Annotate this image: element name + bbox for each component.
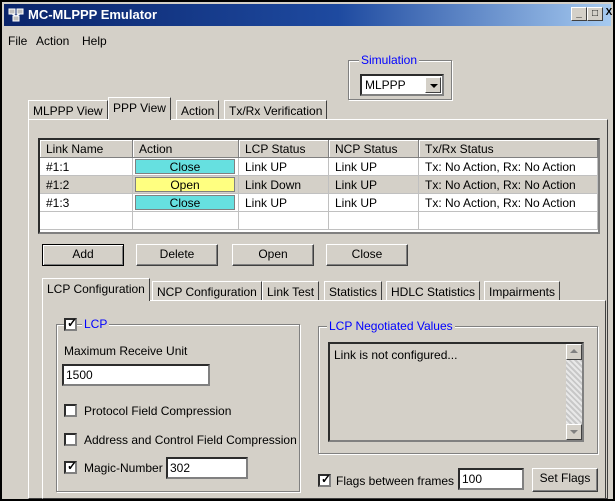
window-title: MC-MLPPP Emulator <box>28 7 158 22</box>
col-ncp-status[interactable]: NCP Status <box>329 140 419 158</box>
empty-cell <box>239 212 329 230</box>
menu-action[interactable]: Action <box>36 34 69 48</box>
link-name-cell: #1:3 <box>40 194 133 212</box>
magic-number-input[interactable]: 302 <box>166 457 248 479</box>
acfc-checkbox[interactable] <box>64 433 77 446</box>
col-txrx-status[interactable]: Tx/Rx Status <box>419 140 598 158</box>
menu-file[interactable]: File <box>8 34 27 48</box>
table-row[interactable]: #1:3 Close Link UP Link UP Tx: No Action… <box>40 194 598 212</box>
maximize-button[interactable]: □ <box>587 7 603 21</box>
add-button[interactable]: Add <box>42 244 124 266</box>
check-icon: ✓ <box>67 459 78 473</box>
action-open-button[interactable]: Open <box>135 177 235 192</box>
col-action[interactable]: Action <box>133 140 239 158</box>
tab-mlppp-view[interactable]: MLPPP View <box>28 100 108 120</box>
empty-cell <box>329 212 419 230</box>
app-network-icon <box>8 8 24 22</box>
table-header: Link Name Action LCP Status NCP Status T… <box>40 140 598 158</box>
flags-input[interactable]: 100 <box>458 468 524 490</box>
tab-hdlc-statistics[interactable]: HDLC Statistics <box>386 281 481 301</box>
pfc-label: Protocol Field Compression <box>84 404 232 418</box>
check-icon: ✓ <box>321 472 332 486</box>
lcp-checkbox[interactable]: ✓ <box>64 316 78 331</box>
action-cell: Open <box>133 176 239 194</box>
ncp-status-cell: Link UP <box>329 194 419 212</box>
check-icon: ✓ <box>67 316 78 330</box>
negotiated-values-label: LCP Negotiated Values <box>327 319 455 333</box>
action-close-button[interactable]: Close <box>135 195 235 210</box>
tab-txrx-verification[interactable]: Tx/Rx Verification <box>224 100 328 120</box>
negotiated-values-text[interactable]: Link is not configured... <box>328 342 584 442</box>
empty-cell <box>40 212 133 230</box>
magic-number-checkbox[interactable]: ✓ <box>64 459 78 474</box>
scroll-up-icon[interactable] <box>566 344 582 360</box>
link-name-cell: #1:2 <box>40 176 133 194</box>
col-lcp-status[interactable]: LCP Status <box>239 140 329 158</box>
lcp-label: LCP <box>82 317 110 331</box>
txrx-status-cell: Tx: No Action, Rx: No Action <box>419 176 598 194</box>
negotiated-values-message: Link is not configured... <box>334 348 458 362</box>
delete-button[interactable]: Delete <box>136 244 218 266</box>
link-name-cell: #1:1 <box>40 158 133 176</box>
flags-label: Flags between frames <box>336 474 455 488</box>
tab-lcp-configuration[interactable]: LCP Configuration <box>42 278 150 301</box>
tab-statistics[interactable]: Statistics <box>324 281 383 301</box>
tab-ncp-configuration[interactable]: NCP Configuration <box>152 281 262 301</box>
lcp-status-cell: Link Down <box>239 176 329 194</box>
action-cell: Close <box>133 158 239 176</box>
scroll-down-icon[interactable] <box>566 424 582 440</box>
col-link-name[interactable]: Link Name <box>40 140 133 158</box>
simulation-value: MLPPP <box>365 78 406 92</box>
tab-link-test[interactable]: Link Test <box>262 281 320 301</box>
lcp-status-cell: Link UP <box>239 194 329 212</box>
tab-action[interactable]: Action <box>176 100 220 120</box>
table-row-empty <box>40 212 598 230</box>
tab-impairments[interactable]: Impairments <box>484 281 561 301</box>
title-bar[interactable]: MC-MLPPP Emulator _ □ X <box>4 4 614 26</box>
txrx-status-cell: Tx: No Action, Rx: No Action <box>419 194 598 212</box>
close-button[interactable]: X <box>604 7 614 21</box>
open-button[interactable]: Open <box>232 244 314 266</box>
mru-input[interactable]: 1500 <box>62 364 210 386</box>
ncp-status-cell: Link UP <box>329 176 419 194</box>
magic-number-label: Magic-Number <box>84 461 163 475</box>
chevron-down-icon[interactable] <box>425 77 441 93</box>
simulation-select[interactable]: MLPPP <box>360 74 444 96</box>
flags-checkbox[interactable]: ✓ <box>318 472 332 487</box>
action-close-button[interactable]: Close <box>135 159 235 174</box>
txrx-status-cell: Tx: No Action, Rx: No Action <box>419 158 598 176</box>
empty-cell <box>133 212 239 230</box>
table-row[interactable]: #1:2 Open Link Down Link UP Tx: No Actio… <box>40 176 598 194</box>
tab-ppp-view[interactable]: PPP View <box>108 97 171 120</box>
vertical-scrollbar[interactable] <box>566 344 582 440</box>
empty-cell <box>419 212 598 230</box>
pfc-checkbox[interactable] <box>64 404 77 417</box>
table-row[interactable]: #1:1 Close Link UP Link UP Tx: No Action… <box>40 158 598 176</box>
app-window: MC-MLPPP Emulator _ □ X File Action Help… <box>0 0 615 501</box>
simulation-label: Simulation <box>359 53 420 67</box>
close-link-button[interactable]: Close <box>326 244 408 266</box>
menu-help[interactable]: Help <box>82 34 107 48</box>
links-table: Link Name Action LCP Status NCP Status T… <box>38 138 600 234</box>
action-cell: Close <box>133 194 239 212</box>
minimize-button[interactable]: _ <box>571 7 587 21</box>
ncp-status-cell: Link UP <box>329 158 419 176</box>
acfc-label: Address and Control Field Compression <box>84 433 297 447</box>
lcp-status-cell: Link UP <box>239 158 329 176</box>
mru-label: Maximum Receive Unit <box>64 344 188 358</box>
set-flags-button[interactable]: Set Flags <box>532 468 598 492</box>
